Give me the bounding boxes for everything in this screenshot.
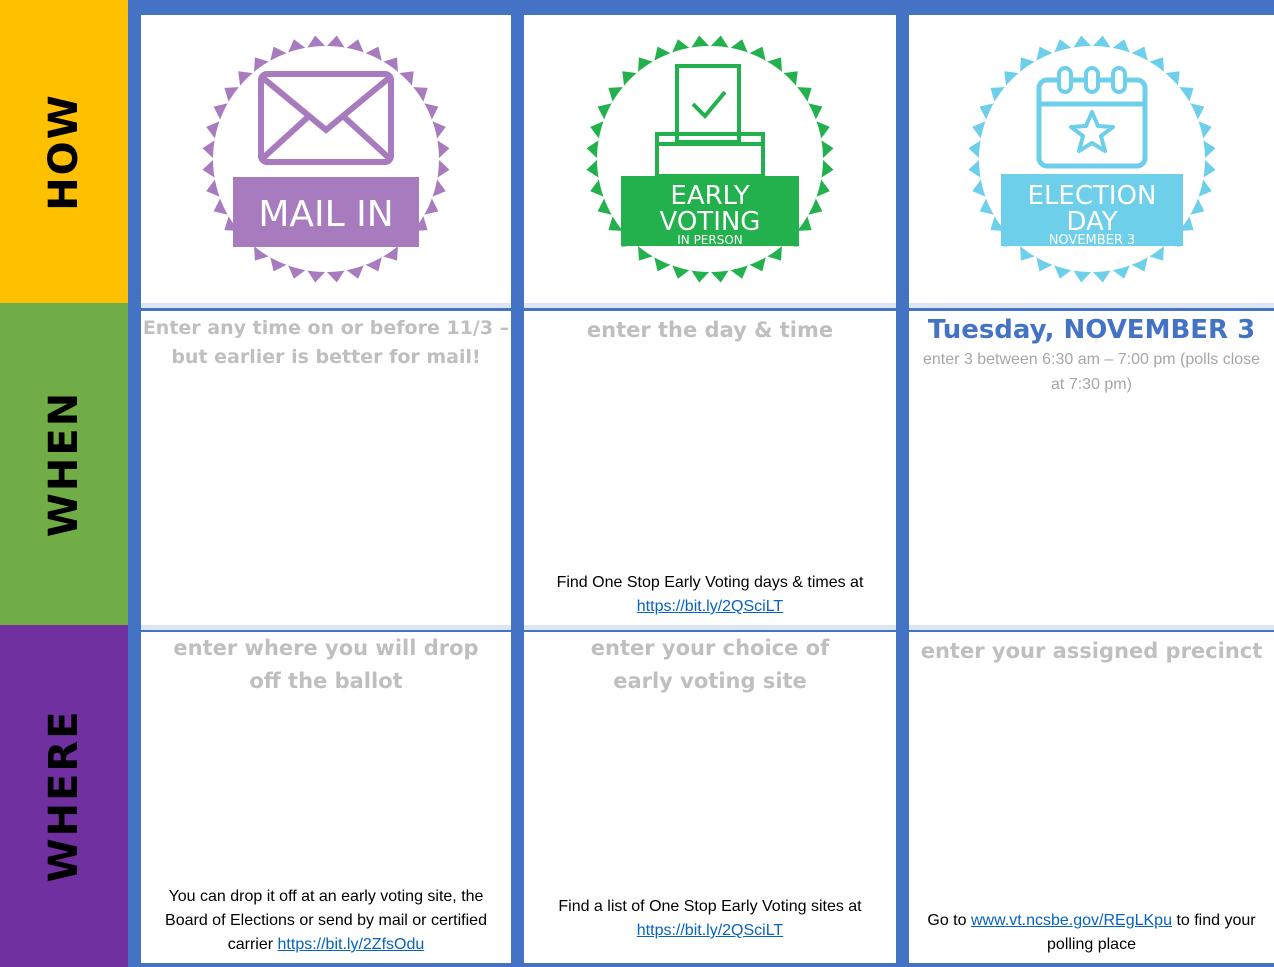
eday-when-cell[interactable]: Tuesday, NOVEMBER 3 enter 3 between 6:30… [909,311,1274,625]
where-row-header: WHERE [0,625,128,967]
mail-where-cell[interactable]: enter where you will drop off the ballot… [141,632,511,963]
eday-where-foot-pre: Go to [927,912,967,929]
mail-when-cell[interactable]: Enter any time on or before 11/3 – but e… [141,311,511,625]
early-when-link[interactable]: https://bit.ly/2QSciLT [637,598,783,615]
early-when-prompt[interactable]: enter the day & time [524,311,896,347]
mail-in-cell: MAIL IN [141,15,511,303]
eday-where-prompt[interactable]: enter your assigned precinct [909,632,1274,668]
mail-when-prompt[interactable]: Enter any time on or before 11/3 – but e… [141,311,511,372]
election-day-cell: ELECTION DAY NOVEMBER 3 [909,15,1274,303]
early-when-footnote: Find One Stop Early Voting days & times … [524,571,896,619]
when-row-header: WHEN [0,303,128,625]
early-voting-cell: EARLY VOTING IN PERSON [524,15,896,303]
eday-where-link[interactable]: www.vt.ncsbe.gov/REgLKpu [971,912,1172,929]
early-where-foot-text: Find a list of One Stop Early Voting sit… [558,898,862,915]
mail-where-link[interactable]: https://bit.ly/2ZfsOdu [278,936,425,953]
row-divider [524,303,896,308]
row-divider [141,303,511,308]
election-day-badge: ELECTION DAY NOVEMBER 3 [968,35,1215,283]
eday-where-cell[interactable]: enter your assigned precinct Go to www.v… [909,632,1274,963]
row-divider [141,625,511,630]
early-badge-line3: IN PERSON [677,233,743,247]
eday-where-footnote: Go to www.vt.ncsbe.gov/REgLKpu to find y… [909,909,1274,957]
election-time-prompt[interactable]: enter 3 between 6:30 am – 7:00 pm (polls… [909,345,1274,397]
election-date: Tuesday, NOVEMBER 3 [927,315,1256,345]
early-when-foot-text: Find One Stop Early Voting days & times … [556,574,864,591]
mail-in-badge-text: MAIL IN [258,194,393,235]
early-voting-badge: EARLY VOTING IN PERSON [586,35,834,283]
mail-where-footnote: You can drop it off at an early voting s… [141,885,511,957]
row-divider [524,625,896,630]
early-where-prompt[interactable]: enter your choice of early voting site [524,632,896,698]
how-row-header: HOW [0,0,128,303]
where-label: WHERE [41,709,87,883]
early-where-footnote: Find a list of One Stop Early Voting sit… [524,895,896,943]
mail-in-badge: MAIL IN [202,35,450,283]
eday-badge-line3: NOVEMBER 3 [1048,233,1135,248]
early-when-cell[interactable]: enter the day & time Find One Stop Early… [524,311,896,625]
when-label: WHEN [41,390,87,538]
early-where-link[interactable]: https://bit.ly/2QSciLT [637,922,783,939]
row-divider [909,625,1274,630]
mail-where-prompt[interactable]: enter where you will drop off the ballot [141,632,511,698]
early-where-cell[interactable]: enter your choice of early voting site F… [524,632,896,963]
row-divider [909,303,1274,308]
how-label: HOW [41,92,87,211]
